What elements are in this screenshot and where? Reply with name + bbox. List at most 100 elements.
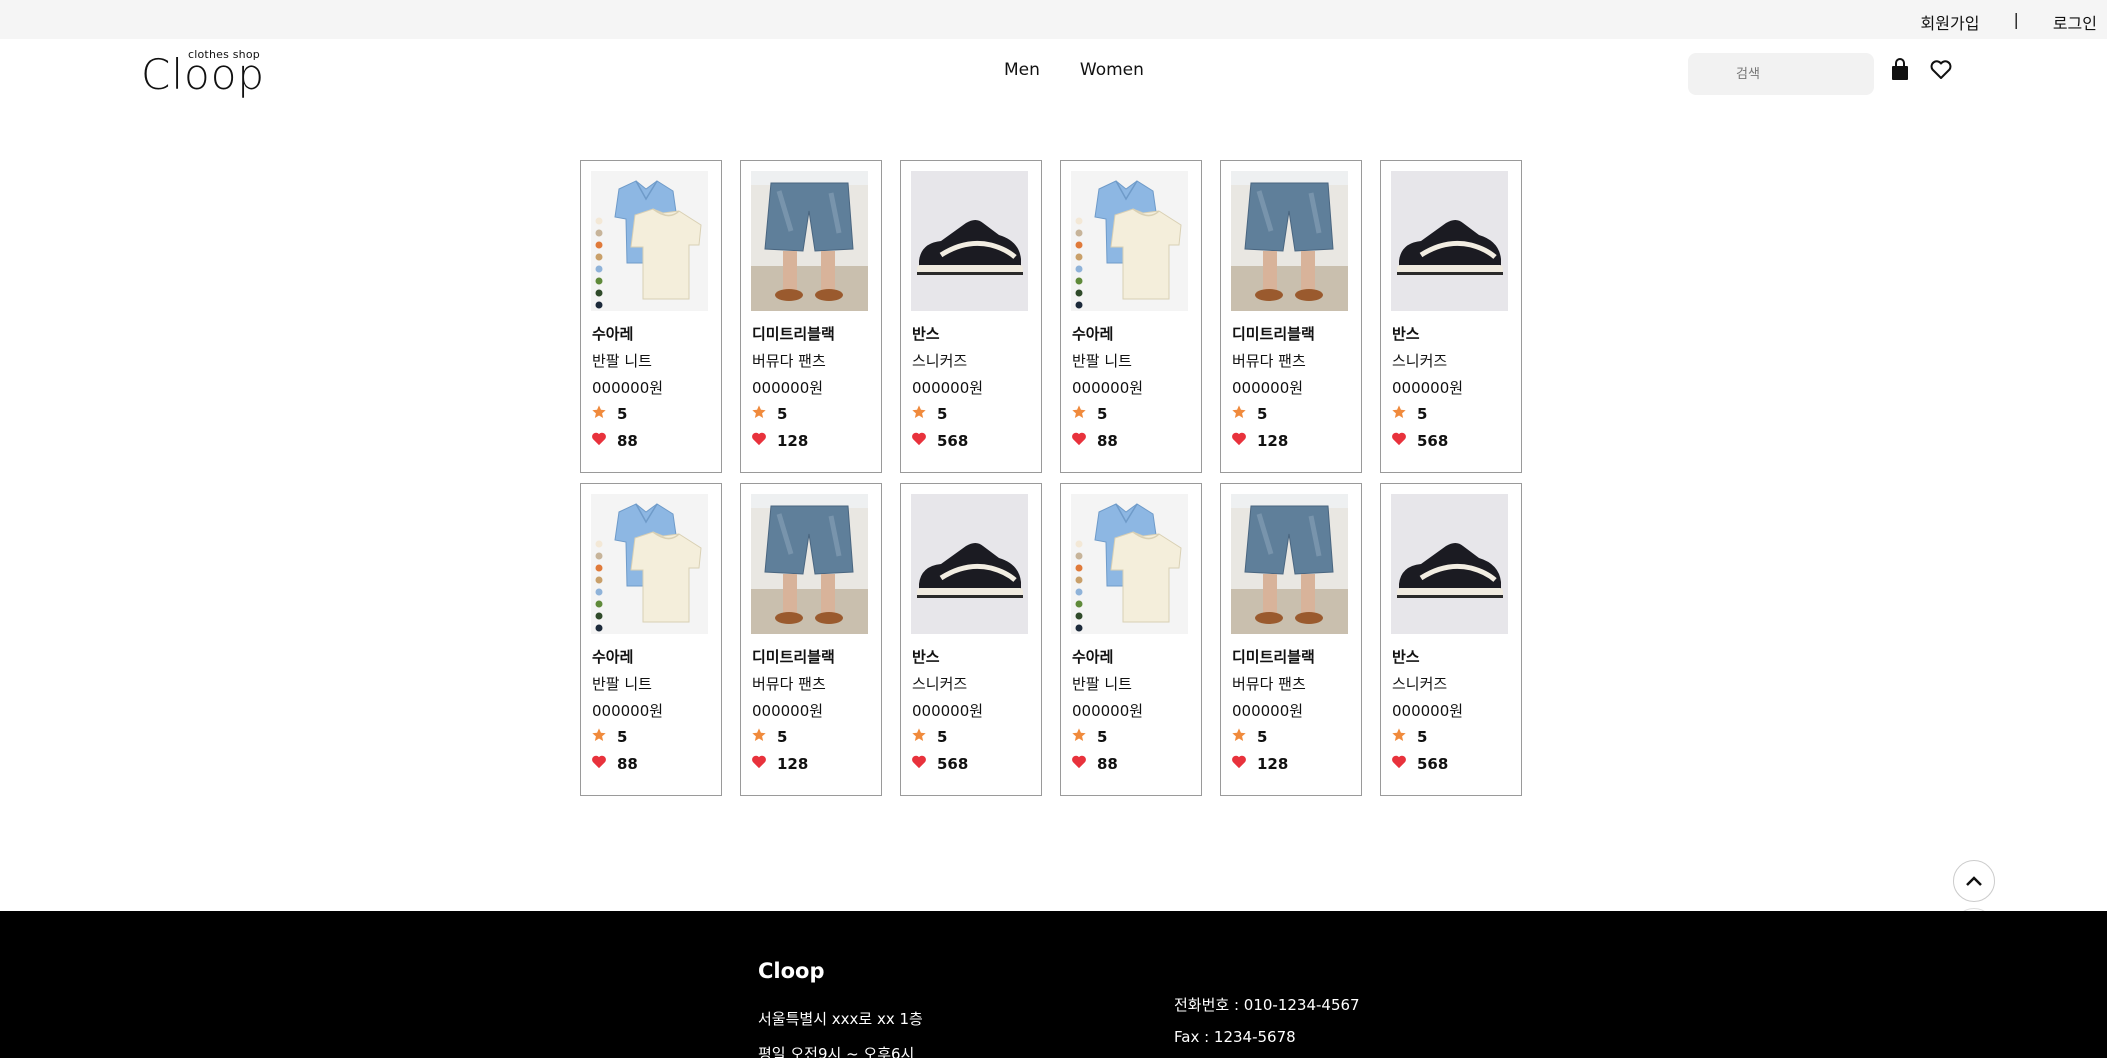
footer-hours: 평일 오전9시 ~ 오후6시 bbox=[758, 1045, 915, 1058]
star-icon bbox=[1072, 405, 1086, 418]
signup-link[interactable]: 회원가입 bbox=[1921, 10, 1980, 34]
product-price: 000000원 bbox=[1072, 702, 1144, 720]
product-brand: 반스 bbox=[1392, 648, 1420, 666]
star-icon bbox=[912, 405, 926, 418]
product-likes[interactable]: 568 bbox=[1391, 431, 1448, 450]
product-likes[interactable]: 88 bbox=[591, 754, 638, 773]
likes-count: 128 bbox=[777, 431, 809, 450]
rating-value: 5 bbox=[937, 728, 948, 746]
product-brand: 수아레 bbox=[1072, 325, 1114, 343]
product-rating: 5 bbox=[1391, 404, 1427, 424]
shopping-bag-icon[interactable] bbox=[1887, 57, 1913, 83]
product-price: 000000원 bbox=[1072, 379, 1144, 397]
likes-count: 88 bbox=[1097, 431, 1118, 450]
product-image[interactable] bbox=[1071, 171, 1188, 311]
logo-wordmark: Cloop bbox=[141, 50, 266, 99]
product-likes[interactable]: 88 bbox=[591, 431, 638, 450]
product-name: 반팔 니트 bbox=[592, 352, 652, 370]
product-card[interactable]: 디미트리블랙 버뮤다 팬츠 000000원 5 128 bbox=[740, 483, 882, 796]
product-card[interactable]: 수아레 반팔 니트 000000원 5 88 bbox=[1060, 483, 1202, 796]
product-image[interactable] bbox=[1231, 494, 1348, 634]
nav-item-men[interactable]: Men bbox=[1004, 60, 1040, 80]
main-nav: Men Women bbox=[1004, 60, 1144, 80]
likes-count: 568 bbox=[1417, 431, 1449, 450]
product-image[interactable] bbox=[591, 494, 708, 634]
star-icon bbox=[1231, 404, 1247, 424]
account-links: 회원가입 | 로그인 bbox=[1921, 10, 2097, 34]
product-price: 000000원 bbox=[912, 379, 984, 397]
likes-count: 128 bbox=[777, 754, 809, 773]
heart-icon bbox=[1231, 754, 1247, 773]
heart-filled-icon bbox=[592, 432, 606, 446]
product-image[interactable] bbox=[1391, 494, 1508, 634]
chevron-up-icon bbox=[1966, 876, 1982, 886]
star-icon bbox=[591, 404, 607, 424]
search-input[interactable] bbox=[1688, 53, 1874, 95]
product-brand: 수아레 bbox=[592, 325, 634, 343]
product-price: 000000원 bbox=[1232, 379, 1304, 397]
product-image[interactable] bbox=[751, 171, 868, 311]
star-icon bbox=[1391, 404, 1407, 424]
star-icon bbox=[1392, 405, 1406, 418]
product-card[interactable]: 수아레 반팔 니트 000000원 5 88 bbox=[1060, 160, 1202, 473]
product-rating: 5 bbox=[1071, 404, 1107, 424]
product-image[interactable] bbox=[911, 494, 1028, 634]
product-card[interactable]: 디미트리블랙버뮤다 팬츠 000000원 5 128 bbox=[1220, 483, 1362, 796]
product-name: 반팔 니트 bbox=[592, 675, 652, 693]
product-brand: 디미트리블랙 bbox=[1232, 648, 1315, 666]
scroll-to-top-button[interactable] bbox=[1953, 860, 1995, 902]
product-price: 000000원 bbox=[592, 702, 664, 720]
product-card[interactable]: 수아레 반팔 니트 000000원 5 88 bbox=[580, 483, 722, 796]
rating-value: 5 bbox=[1257, 728, 1268, 746]
login-link[interactable]: 로그인 bbox=[2053, 10, 2097, 34]
product-card[interactable]: 반스 스니커즈 000000원 5 568 bbox=[1380, 160, 1522, 473]
product-rating: 5 bbox=[751, 727, 787, 747]
heart-icon bbox=[1071, 431, 1087, 450]
product-name: 버뮤다 팬츠 bbox=[1232, 675, 1306, 693]
likes-count: 128 bbox=[1257, 754, 1289, 773]
nav-item-women[interactable]: Women bbox=[1080, 60, 1144, 80]
product-image[interactable] bbox=[591, 171, 708, 311]
product-card[interactable]: 디미트리블랙 버뮤다 팬츠 000000원 5 128 bbox=[1220, 160, 1362, 473]
rating-value: 5 bbox=[617, 405, 628, 423]
product-price: 000000원 bbox=[1392, 702, 1464, 720]
product-image[interactable] bbox=[911, 171, 1028, 311]
product-card[interactable]: 반스 스니커즈 000000원 5 568 bbox=[900, 160, 1042, 473]
wishlist-heart-icon[interactable] bbox=[1928, 57, 1954, 83]
heart-filled-icon bbox=[752, 755, 766, 769]
product-image[interactable] bbox=[1391, 171, 1508, 311]
product-price: 000000원 bbox=[592, 379, 664, 397]
heart-icon bbox=[751, 431, 767, 450]
product-price: 000000원 bbox=[1232, 702, 1304, 720]
product-likes[interactable]: 568 bbox=[911, 431, 968, 450]
heart-icon bbox=[911, 754, 927, 773]
product-likes[interactable]: 568 bbox=[1391, 754, 1448, 773]
product-image[interactable] bbox=[1071, 494, 1188, 634]
site-footer: Cloop 서울특별시 xxx로 xx 1층 평일 오전9시 ~ 오후6시 전화… bbox=[0, 911, 2107, 1058]
heart-icon bbox=[911, 431, 927, 450]
star-icon bbox=[1071, 404, 1087, 424]
product-brand: 반스 bbox=[912, 648, 940, 666]
site-logo[interactable]: clothes shop Cloop bbox=[141, 44, 264, 99]
product-card[interactable]: 반스 스니커즈 000000원 5 568 bbox=[900, 483, 1042, 796]
product-likes[interactable]: 128 bbox=[1231, 754, 1288, 773]
rating-value: 5 bbox=[777, 728, 788, 746]
product-likes[interactable]: 128 bbox=[1231, 431, 1288, 450]
product-rating: 5 bbox=[591, 404, 627, 424]
heart-filled-icon bbox=[912, 755, 926, 769]
heart-icon bbox=[751, 754, 767, 773]
product-card[interactable]: 반스 스니커즈 000000원 5 568 bbox=[1380, 483, 1522, 796]
rating-value: 5 bbox=[617, 728, 628, 746]
product-card[interactable]: 수아레반팔 니트 000000원 5 88 bbox=[580, 160, 722, 473]
product-likes[interactable]: 128 bbox=[751, 431, 808, 450]
product-likes[interactable]: 88 bbox=[1071, 754, 1118, 773]
product-likes[interactable]: 128 bbox=[751, 754, 808, 773]
heart-filled-icon bbox=[1072, 755, 1086, 769]
product-likes[interactable]: 88 bbox=[1071, 431, 1118, 450]
product-brand: 반스 bbox=[1392, 325, 1420, 343]
product-likes[interactable]: 568 bbox=[911, 754, 968, 773]
product-rating: 5 bbox=[591, 727, 627, 747]
product-card[interactable]: 디미트리블랙 버뮤다 팬츠 000000원 5 128 bbox=[740, 160, 882, 473]
product-image[interactable] bbox=[1231, 171, 1348, 311]
product-image[interactable] bbox=[751, 494, 868, 634]
